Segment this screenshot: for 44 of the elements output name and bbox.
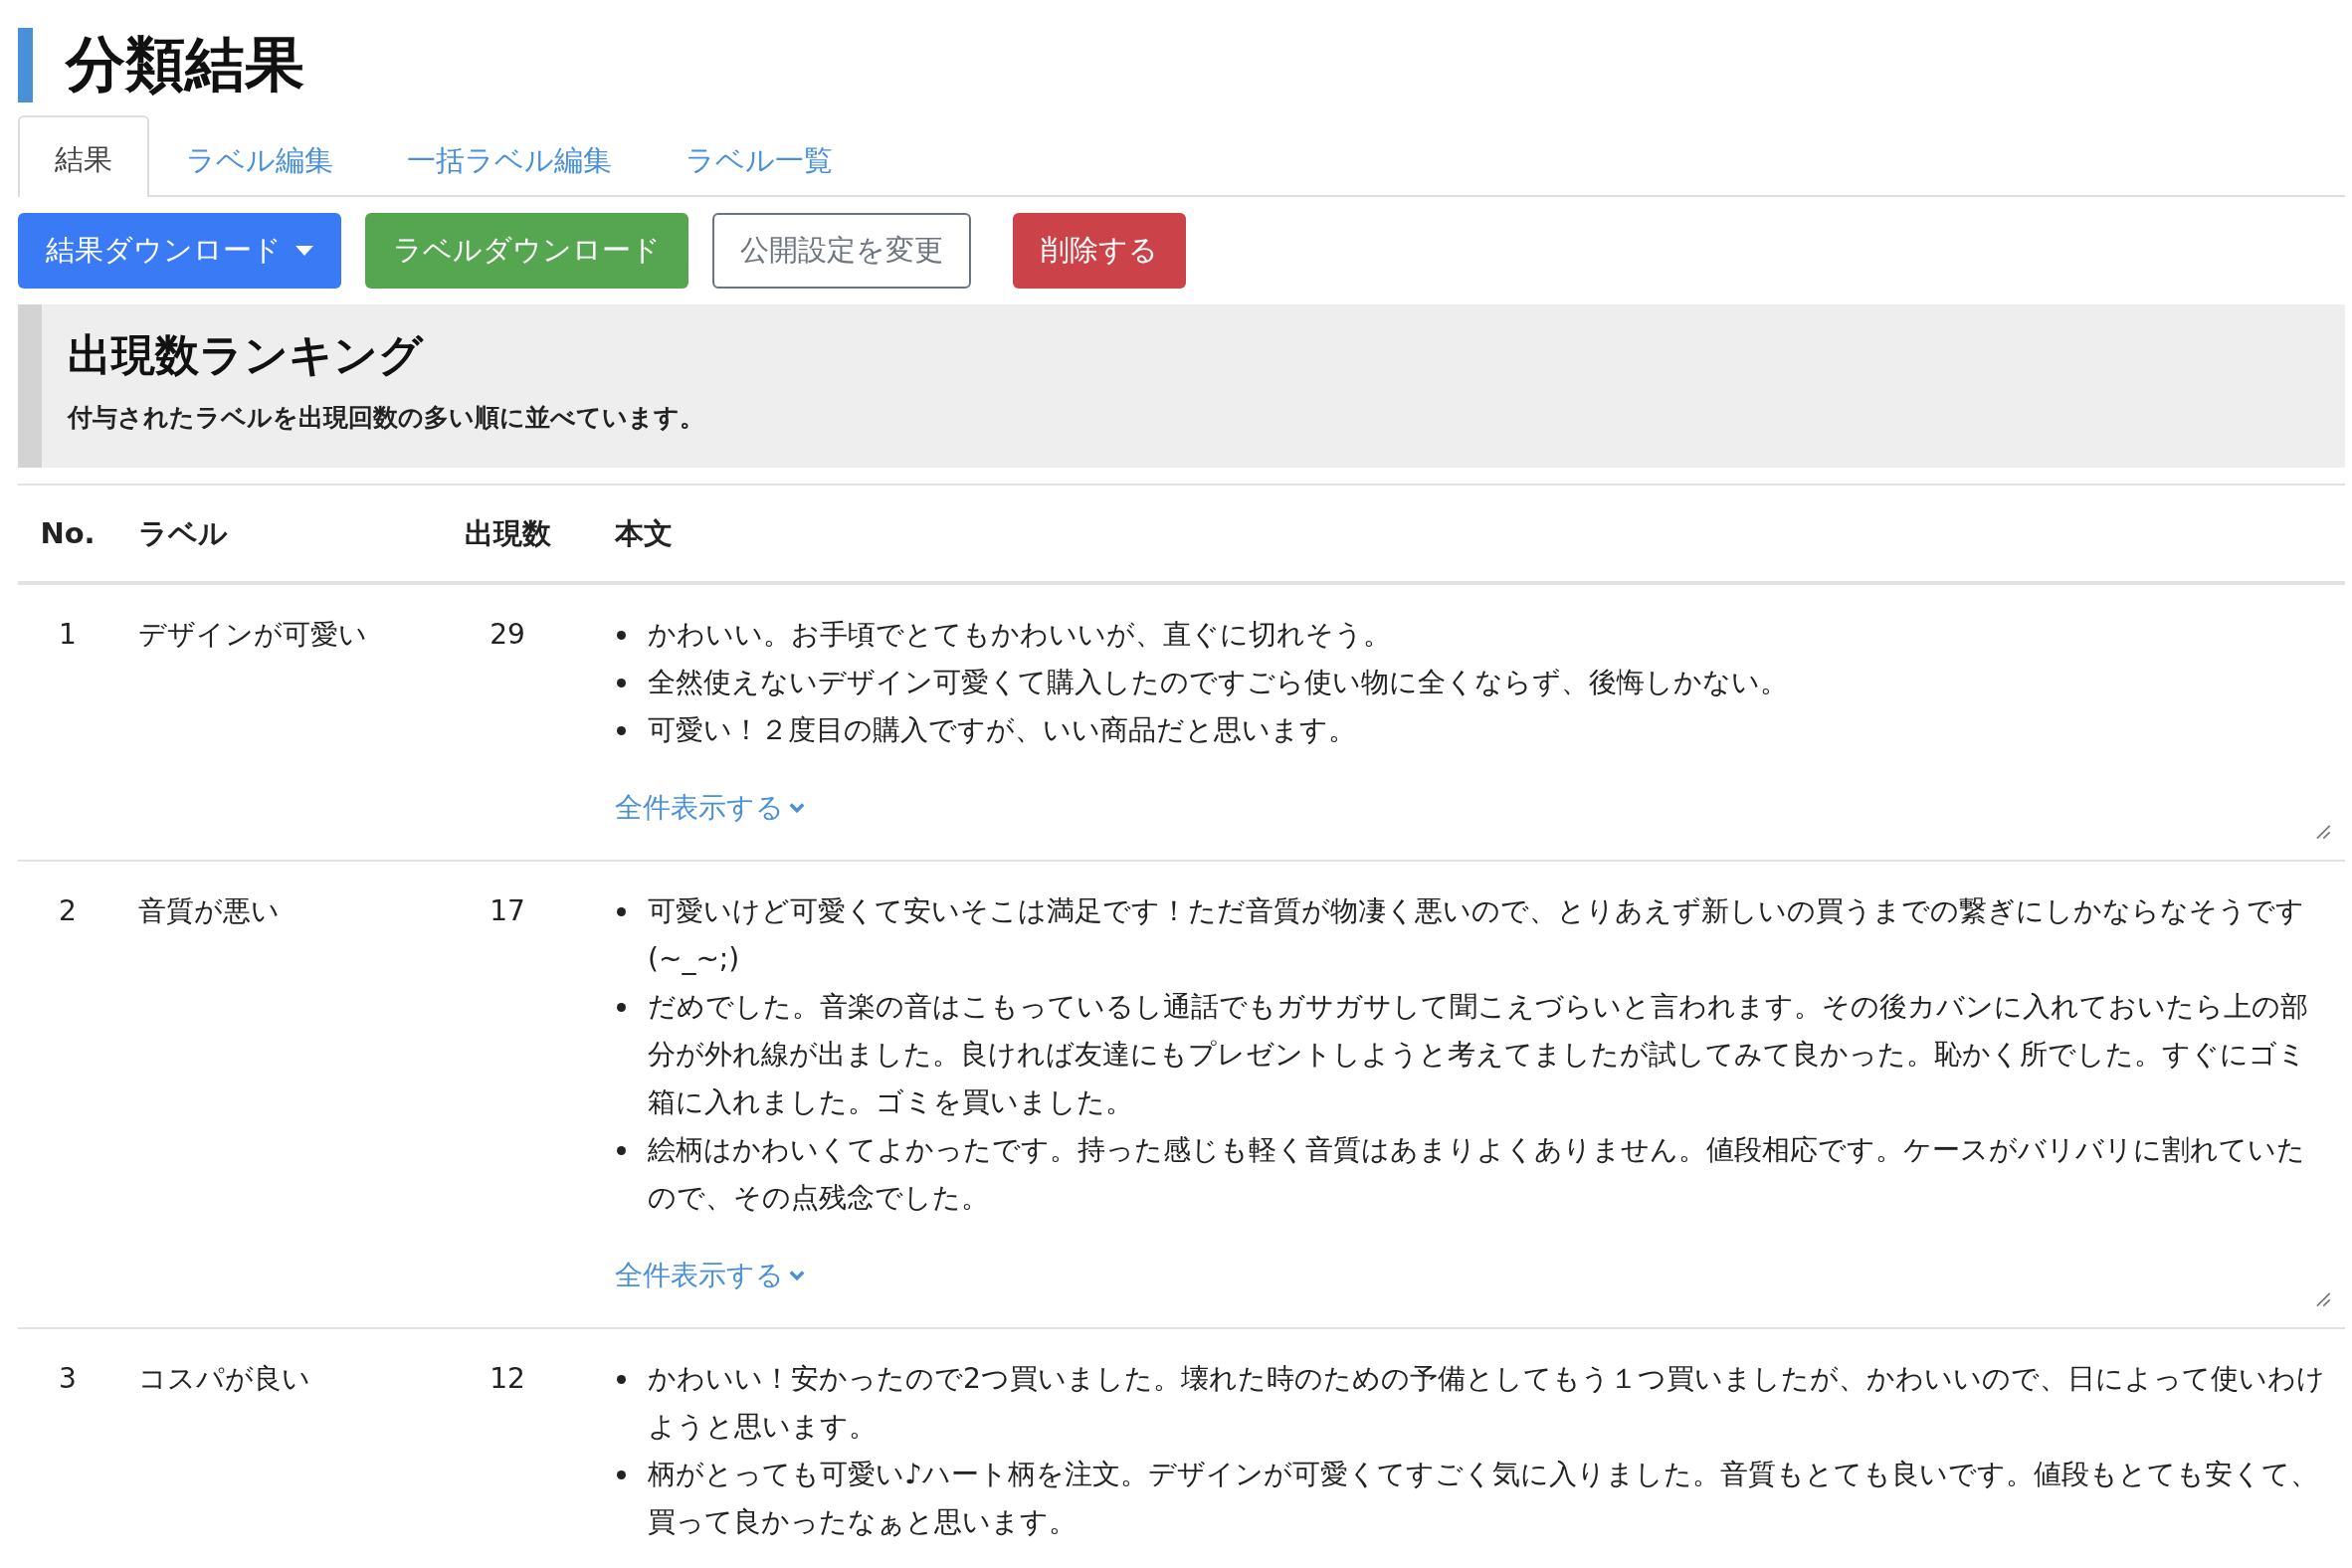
column-header: 本文: [613, 515, 674, 552]
column-header: No.: [39, 515, 97, 552]
tab[interactable]: 結果: [18, 115, 149, 197]
table-cell-text: デザインが可愛い: [137, 617, 368, 653]
bullet-icon: [617, 1375, 626, 1384]
column-header: 出現数: [463, 515, 552, 552]
review-text: だめでした。音楽の音はこもっているし通話でもガサガサして聞こえづらいと言われます。その後カバンに入れておいたら上の部分が外れ線が出ました。良ければ友達にもプレゼントしようと考えてましたが試してみて良かった。恥かく所でした。すぐにゴミ箱に入れました。ゴミを買いました。: [648, 989, 2309, 1120]
chevron-down-icon: [788, 801, 806, 815]
review-text: 全然使えないデザイン可愛くて購入したのですごら使い物に全くならず、後悔しかない。: [648, 665, 1789, 700]
table-cell-text: 17: [489, 893, 526, 929]
bullet-icon: [617, 1470, 626, 1479]
show-all-link[interactable]: 全件表示する: [615, 1252, 806, 1299]
tab[interactable]: ラベル編集: [149, 121, 370, 197]
bullet-icon: [617, 907, 626, 916]
bullet-icon: [617, 726, 626, 735]
column-header: ラベル: [137, 515, 229, 552]
review-text: かわいい！安かったので2つ買いました。壊れた時のための予備としてもう１つ買いましたが、かわいいので、日によって使いわけようと思います。: [648, 1361, 2325, 1445]
review-text: かわいい。お手頃でとてもかわいいが、直ぐに切れそう。: [648, 617, 1392, 653]
bullet-icon: [617, 631, 626, 640]
bullet-icon: [617, 1146, 626, 1155]
review-text: 可愛いけど可愛くて安いそこは満足です！ただ音質が物凄く悪いので、とりあえず新しいの買うまでの繋ぎにしかならなそうです(~_~;): [648, 893, 2305, 977]
tab[interactable]: ラベル一覧: [649, 121, 870, 197]
table-cell-text: 1: [58, 617, 78, 653]
show-all-link[interactable]: 全件表示する: [615, 784, 806, 832]
button[interactable]: 結果ダウンロード: [18, 213, 341, 289]
table-cell-text: 12: [489, 1361, 526, 1397]
panel-description: 付与されたラベルを出現回数の多い順に並べています。: [68, 402, 705, 434]
bullet-icon: [617, 679, 626, 687]
table-cell-text: 29: [489, 617, 526, 653]
page-title: 分類結果: [66, 27, 304, 100]
panel-heading: 出現数ランキング: [68, 328, 425, 382]
tab[interactable]: 一括ラベル編集: [370, 121, 649, 197]
review-text: 柄がとっても可愛い♪ハート柄を注文。デザインが可愛くてすごく気に入りました。音質もとても良いです。値段もとても安くて、買って良かったなぁと思います。: [648, 1457, 2319, 1540]
button[interactable]: ラベルダウンロード: [365, 213, 688, 289]
table-cell-text: コスパが良い: [137, 1361, 311, 1397]
table-cell-text: 2: [58, 893, 78, 929]
button[interactable]: 公開設定を変更: [712, 213, 971, 289]
table-cell-text: 3: [58, 1361, 78, 1397]
chevron-down-icon: [788, 1269, 806, 1282]
bullet-icon: [617, 1003, 626, 1012]
review-text: 可愛い！２度目の購入ですが、いい商品だと思います。: [648, 712, 1357, 748]
review-text: 絵柄はかわいくてよかったです。持った感じも軽く音質はあまりよくありません。値段相応です。ケースがバリバリに割れていたので、その点残念でした。: [648, 1132, 2306, 1216]
button[interactable]: 削除する: [1013, 213, 1186, 289]
table-cell-text: 音質が悪い: [137, 893, 281, 929]
